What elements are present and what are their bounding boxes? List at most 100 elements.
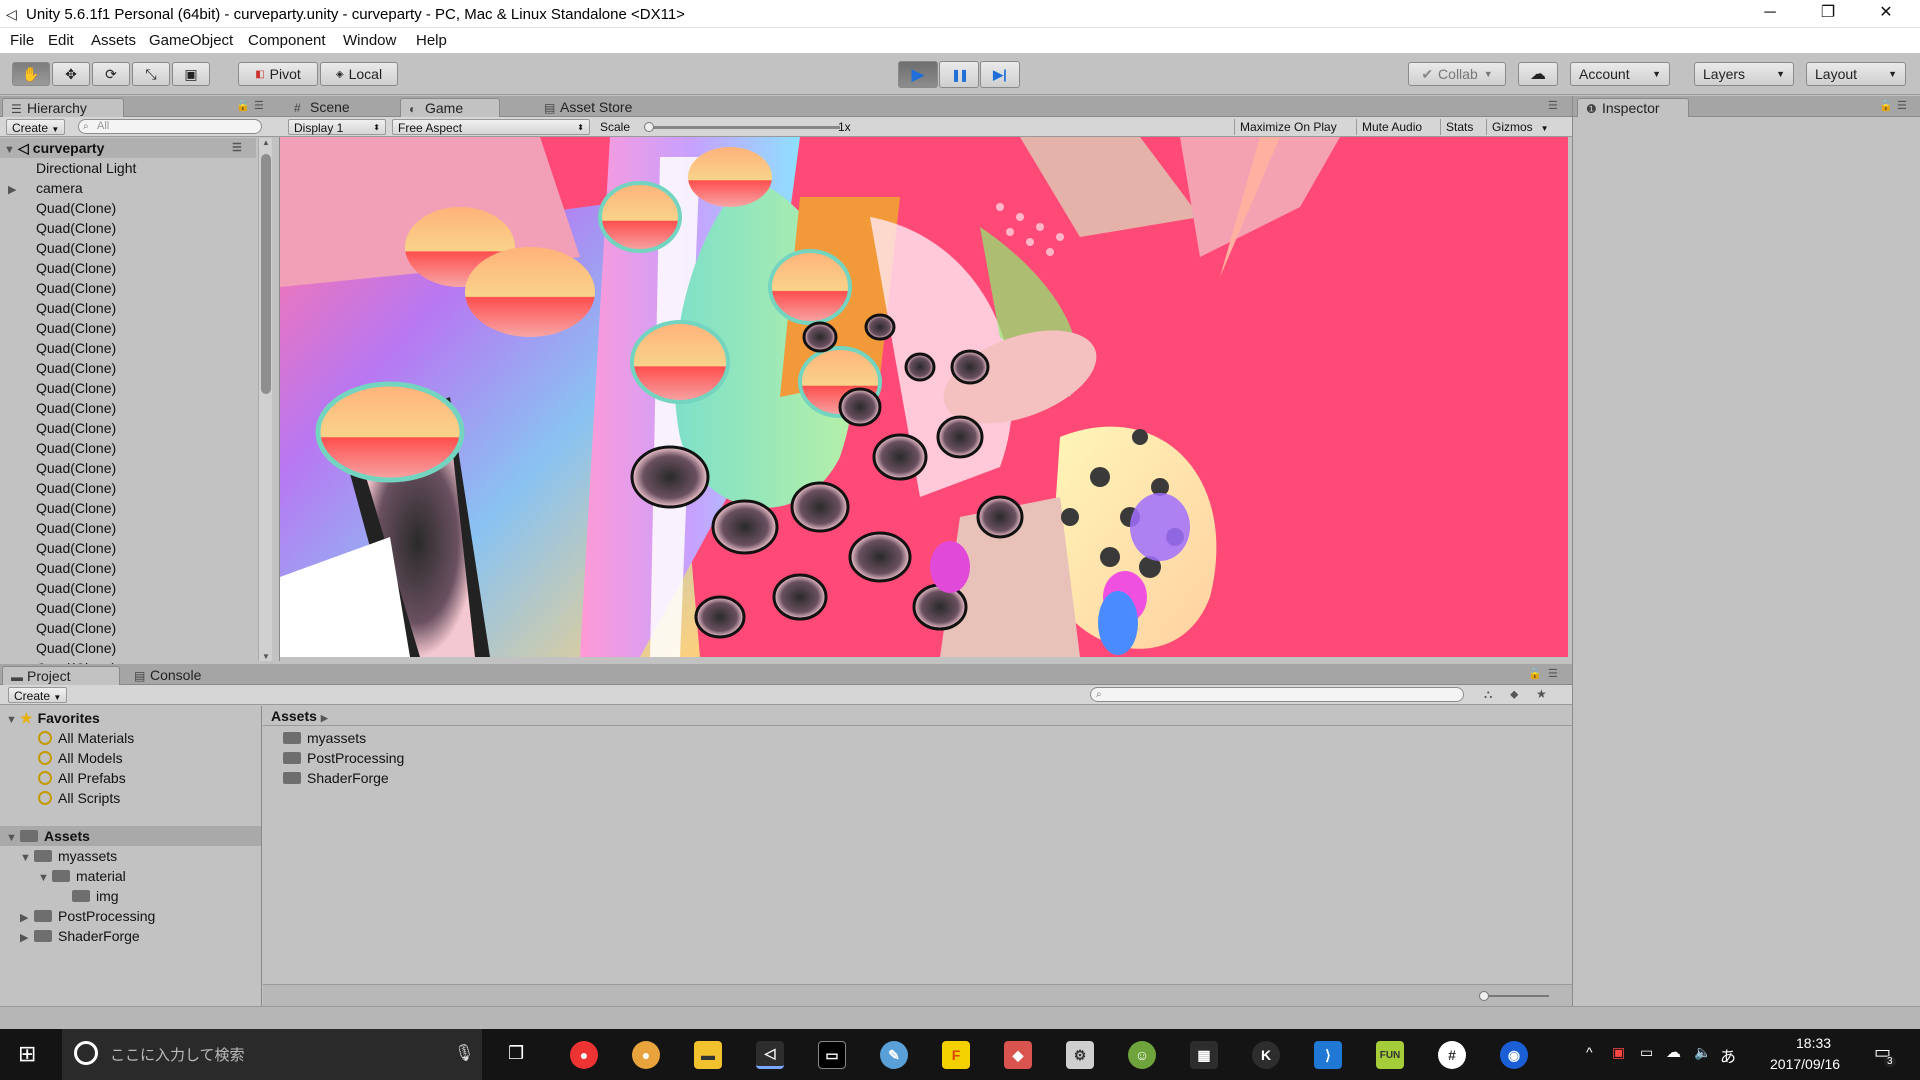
hand-tool-button[interactable]: ✋ bbox=[12, 62, 50, 86]
hierarchy-item[interactable]: Quad(Clone) bbox=[22, 358, 116, 378]
content-folder-postprocessing[interactable]: PostProcessing bbox=[283, 748, 404, 768]
unity-icon[interactable]: ◁ bbox=[756, 1041, 784, 1069]
hierarchy-item[interactable]: Quad(Clone) bbox=[22, 378, 116, 398]
hierarchy-search-input[interactable]: ⌕ All bbox=[78, 119, 262, 134]
close-button[interactable]: ✕ bbox=[1858, 0, 1914, 28]
hierarchy-item[interactable]: Directional Light bbox=[22, 158, 136, 178]
scale-slider-knob[interactable] bbox=[644, 122, 654, 132]
tab-console[interactable]: ▤ Console bbox=[126, 666, 236, 685]
hierarchy-item[interactable]: Quad(Clone) bbox=[22, 518, 116, 538]
tab-project[interactable]: ▬ Project bbox=[2, 666, 120, 685]
gizmos-dropdown[interactable]: Gizmos ▼ bbox=[1486, 119, 1568, 135]
mute-audio-toggle[interactable]: Mute Audio bbox=[1356, 119, 1427, 135]
android-icon[interactable]: ☺ bbox=[1128, 1041, 1156, 1069]
hierarchy-item[interactable]: Quad(Clone) bbox=[22, 218, 116, 238]
game-view[interactable] bbox=[280, 137, 1568, 657]
file-explorer-icon[interactable]: ▬ bbox=[694, 1041, 722, 1069]
expand-arrow-icon[interactable]: ▼ bbox=[4, 140, 18, 160]
maximize-button[interactable]: ❐ bbox=[1800, 0, 1856, 28]
expand-arrow-icon[interactable]: ▼ bbox=[6, 710, 20, 730]
menu-help[interactable]: Help bbox=[416, 32, 447, 49]
hierarchy-item[interactable]: Quad(Clone) bbox=[22, 478, 116, 498]
panel-menu-icon[interactable]: ☰ bbox=[1548, 667, 1558, 680]
hierarchy-item[interactable]: Quad(Clone) bbox=[22, 638, 116, 658]
favorites-header[interactable]: ▼ ★ Favorites bbox=[0, 708, 100, 728]
hierarchy-item[interactable]: Quad(Clone) bbox=[22, 618, 116, 638]
expand-arrow-icon[interactable]: ▶ bbox=[20, 908, 34, 928]
icon-size-slider-knob[interactable] bbox=[1479, 991, 1489, 1001]
task-view-icon[interactable]: ❒ bbox=[508, 1043, 524, 1064]
hierarchy-item[interactable]: Quad(Clone) bbox=[22, 558, 116, 578]
menu-gameobject[interactable]: GameObject bbox=[149, 32, 233, 49]
menu-edit[interactable]: Edit bbox=[48, 32, 74, 49]
maximize-on-play-toggle[interactable]: Maximize On Play bbox=[1234, 119, 1342, 135]
local-toggle[interactable]: ◈ Local bbox=[320, 62, 398, 86]
filter-label-icon[interactable]: ⬥ bbox=[1510, 687, 1518, 702]
expand-arrow-icon[interactable]: ▼ bbox=[6, 828, 20, 848]
microphone-icon[interactable]: 🎙 bbox=[454, 1043, 474, 1063]
tree-folder-material[interactable]: ▼ material bbox=[38, 866, 126, 886]
expand-arrow-icon[interactable]: ▼ bbox=[38, 868, 52, 888]
menu-window[interactable]: Window bbox=[343, 32, 396, 49]
panel-menu-icon[interactable]: ☰ bbox=[1548, 99, 1558, 112]
scale-tool-button[interactable]: ⤡ bbox=[132, 62, 170, 86]
lock-icon[interactable]: 🔒 bbox=[236, 99, 250, 112]
expand-arrow-icon[interactable]: ▼ bbox=[20, 848, 34, 868]
settings-app-icon[interactable]: ⚙ bbox=[1066, 1041, 1094, 1069]
scroll-thumb[interactable] bbox=[261, 154, 271, 394]
minimize-button[interactable]: ─ bbox=[1742, 0, 1798, 28]
lock-icon[interactable]: 🔒 bbox=[1528, 667, 1542, 680]
assets-header[interactable]: ▼ Assets bbox=[0, 826, 261, 846]
tree-folder-shaderforge[interactable]: ▶ ShaderForge bbox=[20, 926, 140, 946]
favorite-all-prefabs[interactable]: All Prefabs bbox=[38, 768, 126, 788]
hierarchy-item[interactable]: Quad(Clone) bbox=[22, 458, 116, 478]
windows-start-icon[interactable]: ⊞ bbox=[18, 1041, 36, 1067]
k-app-icon[interactable]: K bbox=[1252, 1041, 1280, 1069]
hierarchy-item[interactable]: Quad(Clone) bbox=[22, 298, 116, 318]
tab-inspector[interactable]: ❶ Inspector bbox=[1577, 98, 1689, 117]
volume-icon[interactable]: 🔈 bbox=[1694, 1044, 1711, 1061]
onedrive-icon[interactable]: ☁ bbox=[1666, 1043, 1681, 1061]
paint-icon[interactable]: ✎ bbox=[880, 1041, 908, 1069]
chrome-icon[interactable]: ● bbox=[570, 1041, 598, 1069]
move-tool-button[interactable]: ✥ bbox=[52, 62, 90, 86]
battery-icon[interactable]: ▭ bbox=[1640, 1044, 1653, 1061]
hierarchy-item[interactable]: Quad(Clone) bbox=[22, 598, 116, 618]
panel-menu-icon[interactable]: ☰ bbox=[254, 99, 264, 112]
tray-app-icon[interactable]: ▣ bbox=[1612, 1044, 1625, 1061]
hierarchy-scrollbar[interactable]: ▲ ▼ bbox=[258, 138, 272, 661]
hierarchy-item[interactable]: Quad(Clone) bbox=[22, 278, 116, 298]
project-create-button[interactable]: Create ▼ bbox=[8, 687, 68, 703]
project-search-input[interactable]: ⌕ bbox=[1090, 687, 1464, 702]
panel-menu-icon[interactable]: ☰ bbox=[1897, 99, 1907, 112]
stats-toggle[interactable]: Stats bbox=[1440, 119, 1478, 135]
rotate-tool-button[interactable]: ⟳ bbox=[92, 62, 130, 86]
vscode-icon[interactable]: ⟩ bbox=[1314, 1041, 1342, 1069]
layers-dropdown[interactable]: Layers ▼ bbox=[1694, 62, 1794, 86]
scene-row[interactable]: ▼ ◁ curveparty ☰ bbox=[0, 138, 256, 158]
account-dropdown[interactable]: Account ▼ bbox=[1570, 62, 1670, 86]
icon-size-slider[interactable] bbox=[1479, 991, 1549, 1001]
hierarchy-item[interactable]: Quad(Clone) bbox=[22, 498, 116, 518]
hierarchy-item[interactable]: Quad(Clone) bbox=[22, 538, 116, 558]
hierarchy-item[interactable]: Quad(Clone) bbox=[22, 238, 116, 258]
menu-assets[interactable]: Assets bbox=[91, 32, 136, 49]
step-button[interactable]: ▶| bbox=[980, 61, 1020, 88]
clock-date[interactable]: 2017/09/16 bbox=[1770, 1056, 1840, 1072]
rect-tool-button[interactable]: ▣ bbox=[172, 62, 210, 86]
breadcrumb-assets[interactable]: Assets bbox=[271, 708, 317, 724]
taskbar-search-input[interactable]: ここに入力して検索 🎙 bbox=[62, 1029, 482, 1080]
hierarchy-item[interactable]: Quad(Clone) bbox=[22, 338, 116, 358]
display-dropdown[interactable]: Display 1 ⬍ bbox=[288, 119, 386, 135]
panel-menu-icon[interactable]: ☰ bbox=[232, 138, 242, 158]
expand-arrow-icon[interactable]: ▶ bbox=[8, 180, 22, 200]
slack-icon[interactable]: # bbox=[1438, 1041, 1466, 1069]
content-folder-myassets[interactable]: myassets bbox=[283, 728, 366, 748]
lock-icon[interactable]: 🔒 bbox=[1879, 99, 1893, 112]
hierarchy-item[interactable]: Quad(Clone) bbox=[22, 258, 116, 278]
favorite-all-scripts[interactable]: All Scripts bbox=[38, 788, 120, 808]
tree-folder-img[interactable]: img bbox=[72, 886, 119, 906]
collab-button[interactable]: ✔ Collab ▼ bbox=[1408, 62, 1506, 86]
play-button[interactable]: ▶ bbox=[898, 61, 938, 88]
aspect-dropdown[interactable]: Free Aspect ⬍ bbox=[392, 119, 590, 135]
